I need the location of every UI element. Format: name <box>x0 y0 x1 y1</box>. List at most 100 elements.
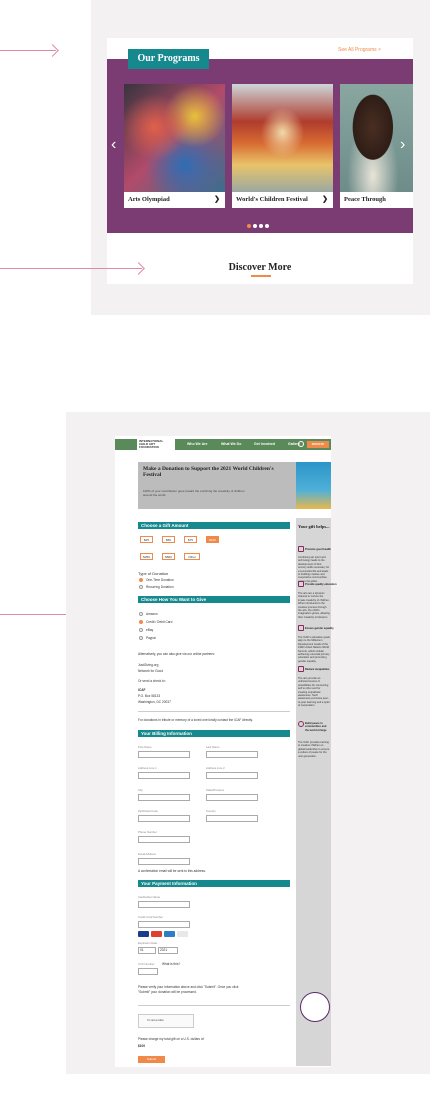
sidebar-item-text: The ICAF provides training to creative c… <box>298 741 330 758</box>
see-all-programs-link[interactable]: See All Programs > <box>338 47 381 53</box>
amount-option[interactable]: $50 <box>162 536 175 543</box>
amount-option[interactable]: $75 <box>184 536 197 543</box>
first-name-input[interactable] <box>138 751 190 758</box>
zip-input[interactable] <box>138 815 190 822</box>
section-how-to-give: Choose How You Want to Give <box>138 596 290 603</box>
total-amount: $100 <box>138 1044 146 1048</box>
phone-input[interactable] <box>138 836 190 843</box>
nav-get-involved[interactable]: Get Involved <box>254 442 275 446</box>
programs-title-tab: Our Programs <box>128 49 209 69</box>
radio-card[interactable] <box>139 620 143 624</box>
search-icon[interactable] <box>298 441 304 447</box>
book-icon <box>298 581 304 587</box>
card-caption: World's Children Festival <box>236 196 308 203</box>
program-card-world-childrens-festival[interactable]: World's Children Festival ❯ <box>232 84 333 208</box>
amex-icon <box>164 931 175 937</box>
address-line1-input[interactable] <box>138 772 190 779</box>
field-label: CVV Number <box>138 962 155 966</box>
partners-note: Alternatively, you can also give via our… <box>138 652 215 656</box>
sidebar-item-head: Provide quality education <box>305 583 337 586</box>
annotation-arrow <box>0 268 142 270</box>
carousel-next-arrow[interactable]: › <box>400 137 405 153</box>
address-pobox: P.O. Box 58133 <box>138 694 161 698</box>
chevron-right-icon: ❯ <box>214 196 220 203</box>
state-select[interactable] <box>206 794 258 801</box>
amount-option-other[interactable]: Other <box>184 553 200 560</box>
discover-icon <box>177 931 188 937</box>
radio-recurring[interactable] <box>139 585 143 589</box>
cvv-input[interactable] <box>138 968 158 975</box>
exp-month-value: 01 <box>140 948 144 952</box>
field-label: City <box>138 788 143 792</box>
nav-what-we-do[interactable]: What We Do <box>221 442 241 446</box>
radio-label: One-Time Donation <box>146 578 174 582</box>
amount-option[interactable]: $250 <box>140 553 153 560</box>
radio-label: eBay <box>146 628 154 632</box>
annotation-arrow <box>0 50 56 52</box>
donate-button[interactable]: DONATE <box>307 441 329 448</box>
carousel-dots[interactable] <box>247 224 269 228</box>
nav-who-we-are[interactable]: Who We Are <box>187 442 207 446</box>
verify-note: Please verify your information above and… <box>138 985 239 994</box>
divider <box>138 1005 290 1006</box>
radio-label: Recurring Donation <box>146 585 174 589</box>
radio-amazon[interactable] <box>139 612 143 616</box>
email-input[interactable] <box>138 858 190 865</box>
carousel-prev-arrow[interactable]: ‹ <box>111 137 116 153</box>
last-name-input[interactable] <box>206 751 258 758</box>
field-label: State/Province <box>206 788 225 792</box>
field-label: Phone Number <box>138 830 157 834</box>
radio-ebay[interactable] <box>139 628 143 632</box>
network-for-good-link[interactable]: Network for Good <box>138 669 163 673</box>
donation-type-label: Type of Donation <box>138 571 169 576</box>
field-label: First Name <box>138 745 152 749</box>
field-label: Address Line 2 <box>206 766 225 770</box>
amount-option[interactable]: $500 <box>162 553 175 560</box>
chevron-right-icon: ❯ <box>322 196 328 203</box>
mastercard-icon <box>151 931 162 937</box>
hero-subtitle: 100% of your contribution goes toward th… <box>143 489 245 497</box>
country-select[interactable] <box>206 815 258 822</box>
cardholder-input[interactable] <box>138 901 190 908</box>
arts-olympiad-image <box>124 84 225 192</box>
sidebar-item-head: Reduce inequalities <box>305 668 330 671</box>
address-org: ICAF <box>138 688 146 692</box>
field-label: Cardholder Name <box>138 895 161 899</box>
field-label: Last Name <box>206 745 220 749</box>
card-number-input[interactable] <box>138 921 190 928</box>
justgiving-link[interactable]: JustGiving.org <box>138 663 158 667</box>
cover-fee-note: Please charge my total gift on a U.S. do… <box>138 1037 205 1041</box>
field-label: Zip/Postal Code <box>138 809 158 813</box>
sidebar-item-head: Promote good health <box>305 548 331 551</box>
section-billing: Your Billing Information <box>138 730 290 737</box>
amount-option[interactable]: $25 <box>140 536 153 543</box>
email-note: A confirmation email will be sent to thi… <box>138 869 206 873</box>
radio-one-time[interactable] <box>139 578 143 582</box>
submit-button[interactable]: Submit <box>138 1056 165 1063</box>
address-line2-input[interactable] <box>206 772 258 779</box>
radio-paypal[interactable] <box>139 636 143 640</box>
radio-label: Credit / Debit Card <box>146 620 173 624</box>
festival-logo <box>300 992 330 1022</box>
icaf-logo[interactable]: INTERNATIONAL CHILD ART FOUNDATION <box>137 439 175 450</box>
divider <box>138 711 290 712</box>
amount-option-selected[interactable]: $100 <box>206 536 219 543</box>
address-city: Washington, DC 20037 <box>138 700 171 704</box>
festival-image <box>232 84 333 192</box>
field-label: Address Line 1 <box>138 766 157 770</box>
field-label: Credit Card Number <box>138 915 164 919</box>
hero-title: Make a Donation to Support the 2021 Worl… <box>143 466 274 478</box>
tribute-note: For donations in tribute or memory of a … <box>138 718 253 722</box>
program-card-arts-olympiad[interactable]: Arts Olympiad ❯ <box>124 84 225 208</box>
section-payment: Your Payment Information <box>138 880 290 887</box>
recaptcha-label: I'm not a robot <box>147 1019 164 1022</box>
radio-label: Amazon <box>146 612 158 616</box>
cvv-help-link[interactable]: What is this? <box>162 962 180 966</box>
visa-icon <box>138 931 149 937</box>
hero-image <box>296 462 331 509</box>
sidebar-title: Your gift helps... <box>298 524 330 529</box>
globe-icon <box>298 721 304 727</box>
discover-more-link[interactable]: Discover More <box>107 262 413 273</box>
check-note: Or send a check to: <box>138 679 166 683</box>
city-input[interactable] <box>138 794 190 801</box>
